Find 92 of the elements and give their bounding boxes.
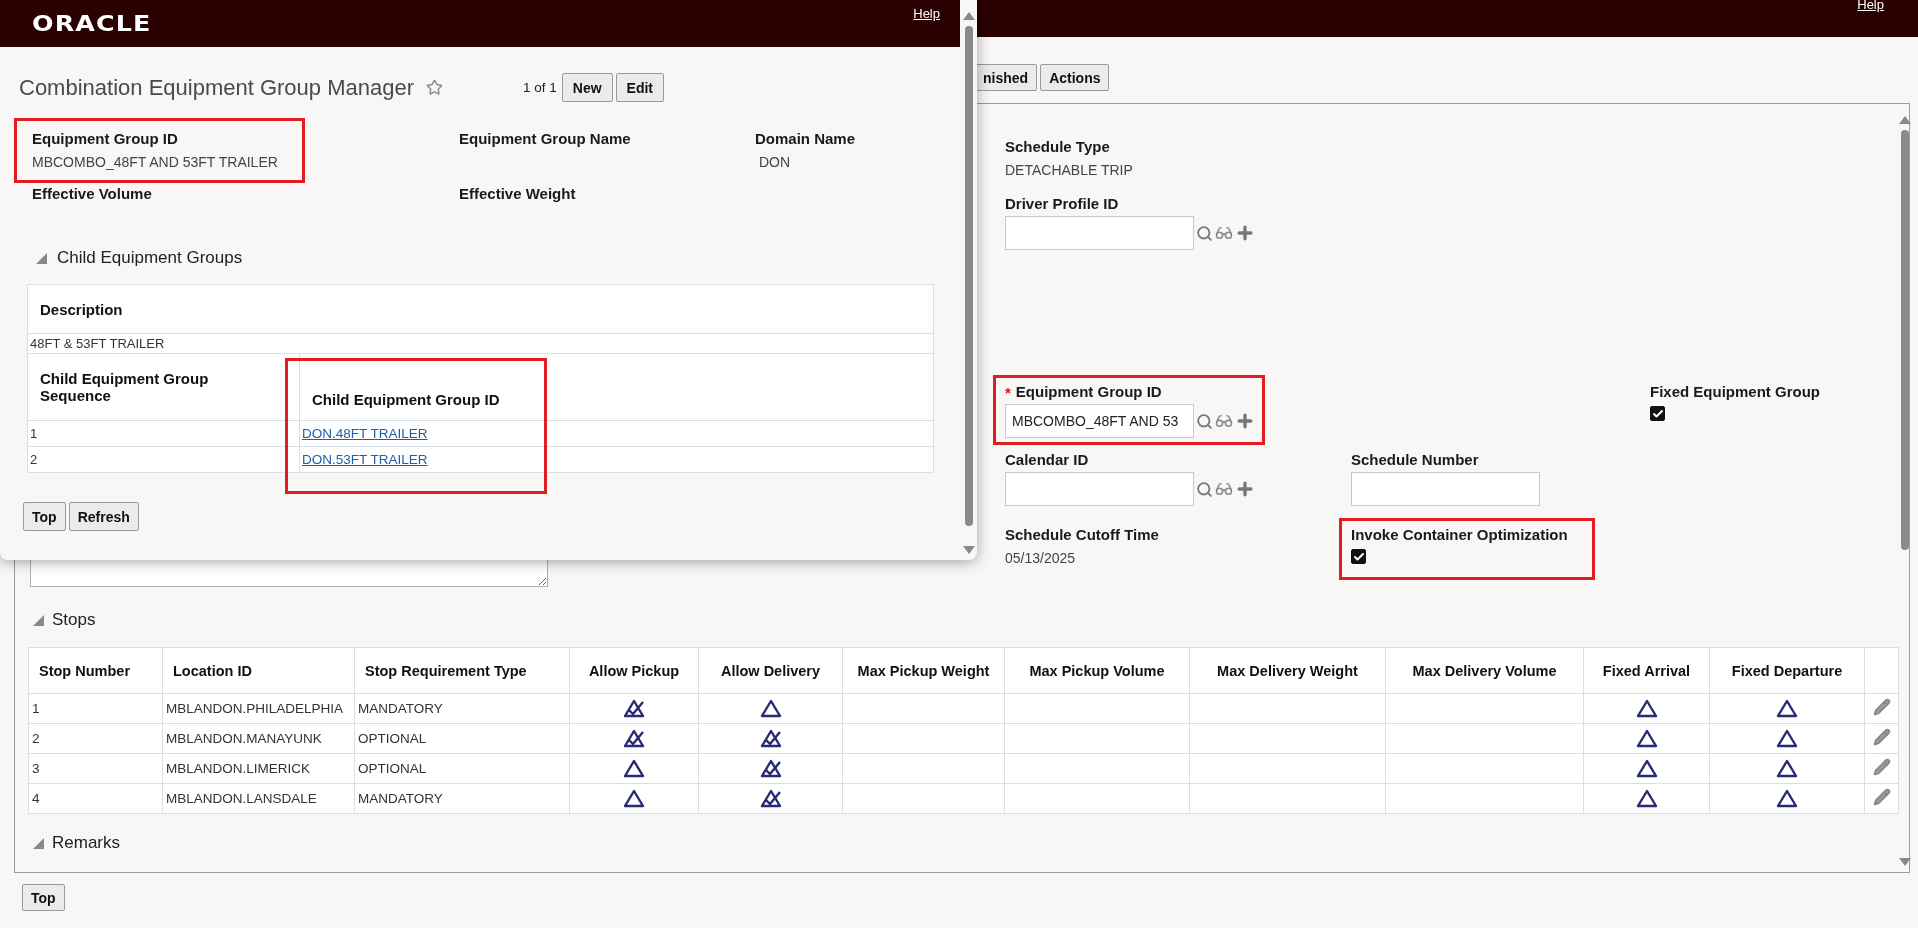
table-cell: MBLANDON.PHILADELPHIA — [162, 693, 355, 724]
section-title: Remarks — [52, 833, 120, 853]
input-field[interactable] — [1351, 472, 1540, 506]
pager-text: 1 of 1 — [523, 80, 557, 95]
column-header: Stop Requirement Type — [354, 647, 570, 694]
table-cell: OPTIONAL — [354, 753, 570, 784]
table-cell: MBLANDON.MANAYUNK — [162, 723, 355, 754]
column-header: Stop Number — [28, 647, 163, 694]
edit-icon[interactable] — [1872, 758, 1891, 776]
required-mark: * — [1005, 383, 1011, 401]
table-cell: 3 — [28, 753, 163, 784]
column-header: Fixed Arrival — [1583, 647, 1710, 694]
top-button[interactable]: Top — [22, 884, 65, 911]
column-header: Allow Delivery — [698, 647, 843, 694]
field-label: Schedule Type — [1005, 137, 1110, 157]
expanded-icon[interactable] — [33, 614, 44, 626]
star-icon[interactable] — [426, 79, 443, 96]
plus-icon[interactable] — [1235, 479, 1255, 499]
column-header: Child Equipment Group ID — [299, 353, 934, 421]
scroll-down-icon[interactable] — [1899, 858, 1911, 866]
field-value: DETACHABLE TRIP — [1005, 161, 1133, 180]
edit-icon[interactable] — [1872, 788, 1891, 806]
plus-icon[interactable] — [1235, 223, 1255, 243]
table-cell: 1 — [28, 693, 163, 724]
toolbar-button[interactable]: Actions — [1040, 64, 1110, 91]
field-value: MBCOMBO_48FT AND 53FT TRAILER — [32, 153, 278, 172]
checkbox[interactable] — [1351, 549, 1366, 564]
table-cell: MANDATORY — [354, 783, 570, 814]
table-cell: 2 — [28, 723, 163, 754]
field-value: DON — [759, 153, 791, 172]
section-title: Stops — [52, 610, 96, 630]
field-label: Driver Profile ID — [1005, 194, 1119, 214]
help-link[interactable]: Help — [1857, 0, 1884, 12]
field-label: Effective Weight — [459, 184, 576, 204]
column-header: Fixed Departure — [1709, 647, 1865, 694]
table-cell: 48FT & 53FT TRAILER — [27, 333, 934, 354]
field-label: Equipment Group Name — [459, 129, 631, 149]
edit-icon[interactable] — [1872, 728, 1891, 746]
page-title: Combination Equipment Group Manager — [19, 74, 414, 101]
field-label: Invoke Container Optimization — [1351, 526, 1568, 543]
field-value: 05/13/2025 — [1005, 549, 1076, 568]
expanded-icon[interactable] — [33, 837, 44, 849]
glasses-icon[interactable] — [1215, 412, 1233, 430]
column-header: Max Delivery Weight — [1189, 647, 1386, 694]
table-cell: MANDATORY — [354, 693, 570, 724]
expanded-icon[interactable] — [36, 252, 47, 264]
column-header: Location ID — [162, 647, 355, 694]
glasses-icon[interactable] — [1215, 224, 1233, 242]
scroll-up-icon[interactable] — [962, 12, 975, 20]
field-label: Schedule Number — [1351, 450, 1479, 470]
section-title: Child Equipment Groups — [57, 248, 243, 268]
toolbar-button[interactable]: New — [561, 73, 613, 102]
table-cell: OPTIONAL — [354, 723, 570, 754]
field-label: Calendar ID — [1005, 450, 1089, 470]
field-label: Effective Volume — [32, 184, 152, 204]
footer-button[interactable]: Refresh — [68, 502, 139, 531]
field-label: Schedule Cutoff Time — [1005, 525, 1159, 545]
column-header: Description — [27, 284, 934, 334]
scroll-down-icon[interactable] — [962, 546, 975, 554]
scroll-up-icon[interactable] — [1899, 116, 1911, 124]
field-label: Equipment Group ID — [1015, 382, 1162, 402]
plus-icon[interactable] — [1235, 411, 1255, 431]
table-cell: MBLANDON.LIMERICK — [162, 753, 355, 784]
search-icon[interactable] — [1196, 412, 1213, 430]
toolbar-button[interactable]: Edit — [615, 73, 665, 102]
table-cell: 4 — [28, 783, 163, 814]
scrollbar-thumb[interactable] — [1901, 130, 1909, 550]
group-link[interactable]: DON.48FT TRAILER — [302, 426, 428, 441]
input-field[interactable] — [1005, 216, 1194, 250]
logo: ORACLE — [32, 11, 152, 36]
scrollbar-thumb[interactable] — [964, 26, 973, 526]
footer-button[interactable]: Top — [23, 502, 66, 531]
group-link[interactable]: DON.53FT TRAILER — [302, 452, 428, 467]
table-cell: 2 — [27, 446, 300, 473]
column-header: Max Pickup Weight — [842, 647, 1005, 694]
checkbox[interactable] — [1650, 406, 1665, 421]
field-label: Fixed Equipment Group — [1650, 382, 1820, 402]
column-header: Max Delivery Volume — [1385, 647, 1584, 694]
search-icon[interactable] — [1196, 224, 1213, 242]
column-header: Allow Pickup — [569, 647, 699, 694]
input-field[interactable] — [1005, 472, 1194, 506]
help-link[interactable]: Help — [913, 6, 940, 21]
column-header: Child Equipment Group Sequence — [27, 353, 300, 421]
column-header: Max Pickup Volume — [1004, 647, 1190, 694]
table-cell: 1 — [27, 420, 300, 447]
glasses-icon[interactable] — [1215, 480, 1233, 498]
field-label: Equipment Group ID — [32, 130, 178, 147]
input-field[interactable]: MBCOMBO_48FT AND 53 — [1005, 404, 1194, 438]
search-icon[interactable] — [1196, 480, 1213, 498]
table-cell: MBLANDON.LANSDALE — [162, 783, 355, 814]
edit-icon[interactable] — [1872, 698, 1891, 716]
field-label: Domain Name — [755, 129, 856, 149]
